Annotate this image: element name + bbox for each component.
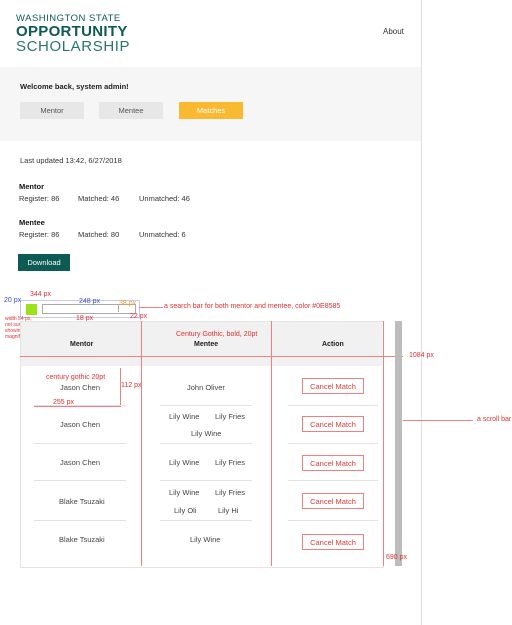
annotation-344px: 344 px [30,291,52,298]
scrollbar-leader-line [403,420,473,421]
row2-mentee-3: Lily Wine [191,429,222,438]
mentor-matched: Matched: 46 [78,194,120,203]
tab-matches[interactable]: Matches [179,102,243,119]
row5-mentee-1: Lily Wine [190,535,221,544]
cancel-match-button[interactable]: Cancel Match [302,455,364,471]
row-divider [160,405,252,406]
row3-mentor: Jason Chen [60,458,101,467]
column-divider-1 [141,321,142,566]
row1-mentee-1: John Oliver [187,383,225,392]
row2-mentee-1: Lily Wine [169,412,200,421]
search-note-leader [139,307,163,308]
scrollbar[interactable] [395,321,402,566]
annotation-20px: 20 px [4,297,22,304]
mentor-register: Register: 86 [19,194,60,203]
row-divider [160,520,252,521]
row-divider [34,480,126,481]
header-mentee: Mentee [194,341,219,348]
column-width-measure-line [34,406,120,407]
annotation-248px: 248 px [79,298,101,305]
logo-line3: SCHOLARSHIP [16,38,131,55]
matches-table [20,321,384,568]
annotation-112px: 112 px [121,382,142,389]
row4-mentee-1: Lily Wine [169,488,200,497]
mentor-stats-title: Mentor [19,182,44,191]
row-height-measure-line [120,368,121,407]
header-mentor: Mentor [70,341,94,348]
row-divider [288,520,378,521]
row-divider [288,405,378,406]
row-divider [34,443,126,444]
tab-mentor[interactable]: Mentor [20,102,84,119]
column-divider-2 [271,321,272,566]
mentee-unmatched: Unmatched: 6 [139,230,186,239]
row1-mentor: Jason Chen [60,383,101,392]
header-action: Action [322,341,344,348]
annotation-century-gothic: century gothic 20pt [46,374,106,381]
download-button[interactable]: Download [18,254,70,271]
annotation-1084px: 1084 px [409,352,434,359]
row4-mentor: Blake Tsuzaki [59,497,105,506]
about-link[interactable]: About [383,27,404,36]
cancel-match-button[interactable]: Cancel Match [302,493,364,509]
row4-mentee-3: Lily Oli [174,506,197,515]
mentee-matched: Matched: 80 [78,230,120,239]
row-divider [160,443,252,444]
cancel-match-button[interactable]: Cancel Match [302,378,364,394]
row-divider [288,480,378,481]
row2-mentee-2: Lily Fries [215,412,246,421]
annotation-38px: 38 px [119,300,137,307]
row4-mentee-2: Lily Fries [215,488,246,497]
welcome-message: Welcome back, system admin! [20,82,129,91]
header-measure-line [20,356,403,357]
mentor-unmatched: Unmatched: 46 [139,194,190,203]
row-divider [288,443,378,444]
cancel-match-button[interactable]: Cancel Match [302,416,364,432]
cancel-match-button[interactable]: Cancel Match [302,534,364,550]
row-divider [34,405,126,406]
row2-mentor: Jason Chen [60,420,101,429]
mentee-stats-title: Mentee [19,218,45,227]
last-updated: Last updated 13:42, 6/27/2018 [20,156,122,165]
annotation-22px: 22 px [130,313,148,320]
mentee-register: Register: 86 [19,230,60,239]
annotation-scroll-bar: a scroll bar [477,416,512,423]
row-divider [34,520,126,521]
annotation-690px: 690 px [386,554,408,561]
row4-mentee-4: Lily Hi [218,506,239,515]
logo-line2: OPPORTUNITY [16,23,128,40]
tab-mentee[interactable]: Mentee [99,102,163,119]
search-icon[interactable] [26,304,37,315]
column-divider-3 [383,321,384,566]
row3-mentee-2: Lily Fries [215,458,246,467]
logo[interactable]: WASHINGTON STATE OPPORTUNITY SCHOLARSHIP [16,13,130,54]
annotation-search-note: a search bar for both mentor and mentee,… [164,303,341,310]
annotation-font-note: Century Gothic, bold, 20pt [176,331,258,338]
row3-mentee-1: Lily Wine [169,458,200,467]
row-divider [160,480,252,481]
row5-mentor: Blake Tsuzaki [59,535,105,544]
